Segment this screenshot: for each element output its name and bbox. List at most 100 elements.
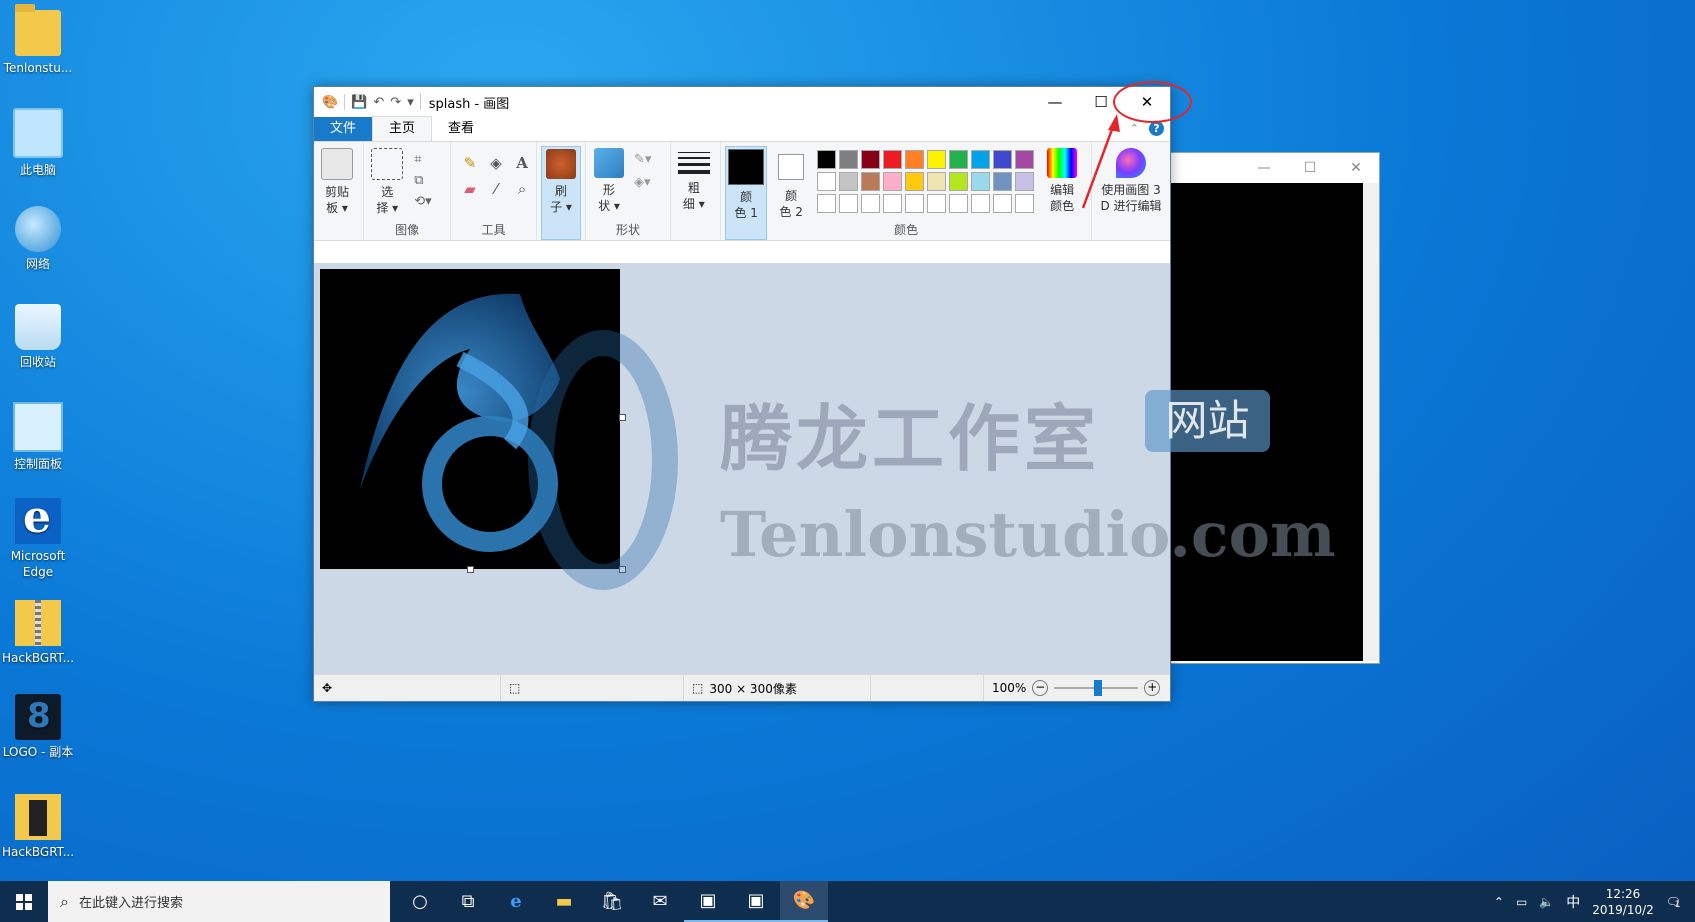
shapes-icon (594, 148, 625, 178)
desktop-icon-logo-copy[interactable]: LOGO - 副本 (0, 694, 76, 760)
customize-qa-icon[interactable]: ▾ (407, 95, 414, 110)
show-hidden-icons-icon[interactable]: ⌃ (1494, 895, 1504, 909)
paint-taskbar-icon[interactable]: 🎨 (780, 881, 828, 922)
shape-fill-icon[interactable]: ◈▾ (634, 175, 651, 190)
rotate-icon[interactable]: ⟲▾ (414, 194, 431, 209)
close-icon[interactable]: ✕ (1333, 160, 1379, 176)
palette-swatch[interactable] (971, 194, 991, 213)
desktop-icon-label: HackBGRT... (1, 845, 75, 859)
palette-swatch[interactable] (839, 172, 859, 191)
store-icon[interactable]: 🛍 (588, 881, 636, 922)
size-button[interactable]: 粗 细 ▾ (675, 146, 713, 240)
palette-swatch[interactable] (1015, 172, 1035, 191)
fill-icon[interactable]: ◈ (485, 152, 507, 174)
palette-swatch[interactable] (949, 194, 969, 213)
notification-center-icon[interactable]: 🗨 1 (1666, 895, 1681, 910)
vertical-scrollbar[interactable] (1363, 183, 1379, 661)
magnifier-icon[interactable]: ⌕ (511, 178, 533, 200)
redo-icon[interactable]: ↷ (390, 95, 401, 110)
undo-icon[interactable]: ↶ (373, 95, 384, 110)
palette-swatch[interactable] (971, 172, 991, 191)
file-explorer-icon[interactable]: ▬ (540, 881, 588, 922)
desktop-icon-network[interactable]: 网络 (0, 206, 76, 272)
palette-swatch[interactable] (839, 150, 859, 169)
zoom-slider[interactable] (1054, 680, 1139, 696)
app-window-icon-2[interactable]: ▣ (732, 881, 780, 922)
desktop-icon-hackbgrt-1[interactable]: HackBGRT... (0, 600, 76, 666)
resize-icon[interactable]: ⧉ (414, 173, 431, 188)
clipboard-label-2: 板 (326, 201, 339, 215)
palette-swatch[interactable] (993, 194, 1013, 213)
palette-swatch[interactable] (817, 150, 837, 169)
help-icon[interactable]: ? (1149, 121, 1164, 136)
clipboard-button[interactable]: 剪贴 板 ▾ (318, 146, 356, 240)
mail-icon[interactable]: ✉ (636, 881, 684, 922)
desktop-icon-recycle-bin[interactable]: 回收站 (0, 304, 76, 370)
palette-swatch[interactable] (817, 194, 837, 213)
palette-swatch[interactable] (927, 172, 947, 191)
taskbar-search[interactable]: ⌕ 在此键入进行搜索 (48, 881, 390, 922)
clock[interactable]: 12:26 2019/10/2 (1592, 886, 1654, 918)
group-label-image: 图像 (395, 223, 420, 237)
resize-handle-bottom[interactable] (467, 566, 474, 573)
maximize-icon[interactable]: ☐ (1287, 160, 1333, 176)
desktop-icon-label: 此电脑 (19, 163, 56, 177)
minimize-icon[interactable]: — (1241, 160, 1287, 176)
color1-label-2: 色 1 (734, 206, 758, 220)
select-icon (371, 148, 404, 180)
edge-taskbar-icon[interactable]: e (492, 881, 540, 922)
palette-swatch[interactable] (927, 150, 947, 169)
desktop-icon-tenlonstudio[interactable]: Tenlonstu... (0, 4, 76, 76)
palette-swatch[interactable] (861, 172, 881, 191)
palette-swatch[interactable] (861, 150, 881, 169)
color-picker-icon[interactable]: ⁄ (485, 178, 507, 200)
tab-file[interactable]: 文件 (314, 117, 373, 141)
network-tray-icon[interactable]: ▭ (1516, 895, 1527, 909)
eraser-icon[interactable]: ▰ (459, 178, 481, 200)
volume-icon[interactable]: 🔈 (1539, 895, 1554, 909)
palette-swatch[interactable] (905, 172, 925, 191)
palette-swatch[interactable] (1015, 150, 1035, 169)
palette-swatch[interactable] (1015, 194, 1035, 213)
start-button[interactable] (0, 881, 48, 922)
app-window-icon[interactable]: ▣ (684, 881, 732, 922)
palette-swatch[interactable] (861, 194, 881, 213)
tab-view[interactable]: 查看 (432, 117, 490, 141)
palette-swatch[interactable] (839, 194, 859, 213)
palette-swatch[interactable] (927, 194, 947, 213)
palette-swatch[interactable] (883, 172, 903, 191)
cortana-icon[interactable]: ○ (396, 881, 444, 922)
desktop-icon-control-panel[interactable]: 控制面板 (0, 402, 76, 472)
task-view-icon[interactable]: ⧉ (444, 881, 492, 922)
zoom-slider-thumb[interactable] (1094, 680, 1103, 696)
zoom-out-icon[interactable]: − (1032, 680, 1049, 696)
palette-swatch[interactable] (949, 150, 969, 169)
palette-swatch[interactable] (971, 150, 991, 169)
palette-swatch[interactable] (905, 194, 925, 213)
ime-indicator[interactable]: 中 (1566, 892, 1580, 912)
collapse-ribbon-icon[interactable]: ⌃ (1130, 122, 1139, 135)
brushes-button[interactable]: 刷 子 ▾ (541, 146, 582, 240)
palette-swatch[interactable] (817, 172, 837, 191)
palette-swatch[interactable] (883, 194, 903, 213)
pencil-icon[interactable]: ✎ (459, 152, 481, 174)
desktop-icon-label: HackBGRT... (1, 651, 75, 665)
outline-icon[interactable]: ✎▾ (634, 152, 651, 167)
watermark-badge: 网站 (1145, 390, 1270, 452)
crop-icon[interactable]: ⌗ (414, 152, 431, 167)
minimize-button[interactable]: — (1032, 87, 1078, 117)
desktop-icon-this-pc[interactable]: 此电脑 (0, 108, 76, 178)
palette-swatch[interactable] (993, 172, 1013, 191)
text-icon[interactable]: A (511, 152, 533, 174)
save-icon[interactable]: 💾 (351, 95, 367, 110)
annotation-ellipse (1113, 81, 1192, 123)
palette-swatch[interactable] (993, 150, 1013, 169)
zoom-in-icon[interactable]: + (1144, 680, 1161, 696)
desktop-icon-hackbgrt-2[interactable]: HackBGRT... (0, 794, 76, 860)
palette-swatch[interactable] (949, 172, 969, 191)
paint3d-button[interactable]: 使用画图 3 D 进行编辑 (1096, 146, 1166, 240)
palette-swatch[interactable] (905, 150, 925, 169)
desktop-icon-edge[interactable]: Microsoft Edge (0, 492, 76, 580)
tab-home[interactable]: 主页 (372, 116, 433, 141)
palette-swatch[interactable] (883, 150, 903, 169)
